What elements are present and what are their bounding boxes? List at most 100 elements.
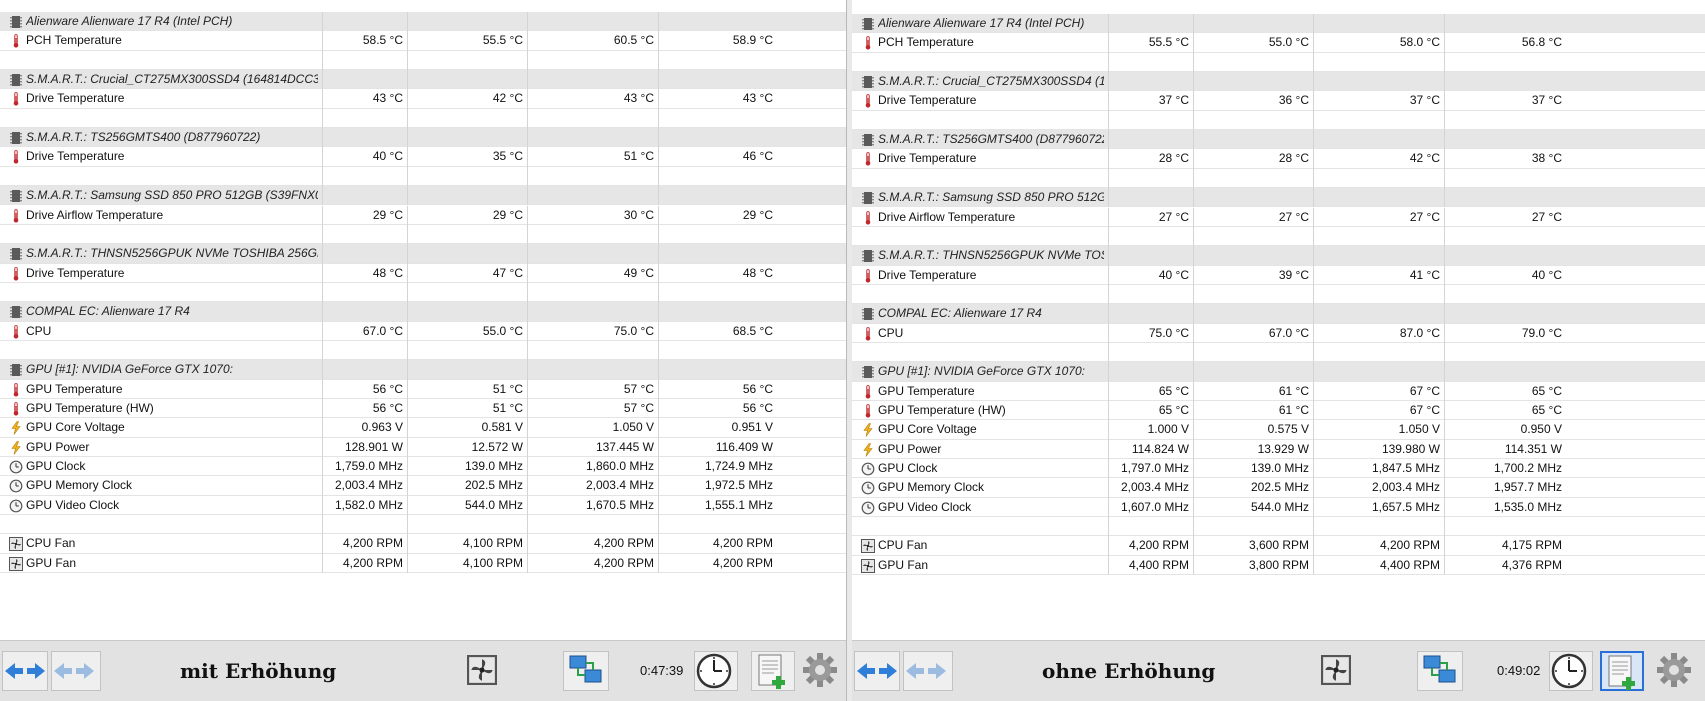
thermometer-icon	[861, 210, 875, 225]
current-value: 4,200 RPM	[342, 555, 403, 570]
sensor-group-header[interactable]: S.M.A.R.T.: Crucial_CT275MX300SSD4 (1648…	[0, 70, 846, 90]
chip-icon	[861, 75, 875, 89]
sensor-group-header[interactable]: COMPAL EC: Alienware 17 R4	[852, 304, 1705, 324]
sensor-group-header[interactable]: GPU [#1]: NVIDIA GeForce GTX 1070:	[0, 360, 846, 380]
column-separator	[407, 128, 408, 148]
sensor-row[interactable]: GPU Power 114.824 W 13.929 W 139.980 W 114.3…	[852, 439, 1705, 460]
clock-button[interactable]	[1549, 651, 1593, 691]
sensor-name: GPU Video Clock	[878, 499, 972, 514]
current-value: 28 °C	[1158, 151, 1189, 166]
minimum-value: 67.0 °C	[1268, 325, 1309, 340]
sensor-row[interactable]: GPU Memory Clock 2,003.4 MHz 202.5 MHz 2,00…	[0, 476, 846, 496]
sensor-row[interactable]: Drive Temperature 43 °C 42 °C 43 °C 43 °C	[0, 89, 846, 109]
current-value: 1,797.0 MHz	[1120, 461, 1189, 476]
double-arrow-icon	[3, 663, 47, 693]
average-value: 27 °C	[1531, 209, 1562, 224]
report-button[interactable]	[751, 651, 795, 691]
double-arrow-icon	[52, 663, 96, 693]
sensor-row[interactable]: GPU Core Voltage 1.000 V 0.575 V 1.050 V 0.9…	[852, 420, 1705, 440]
sensor-row[interactable]: GPU Temperature (HW) 56 °C 51 °C 57 °C 56 °C	[0, 399, 846, 419]
network-button[interactable]	[563, 651, 609, 691]
sensor-group-header[interactable]: Alienware Alienware 17 R4 (Intel PCH)	[852, 14, 1705, 34]
sensor-group-header[interactable]: GPU [#1]: NVIDIA GeForce GTX 1070:	[852, 362, 1705, 382]
column-separator	[1313, 72, 1314, 92]
sensor-row[interactable]: GPU Temperature (HW) 65 °C 61 °C 67 °C 65 °C	[852, 401, 1705, 421]
sensor-row[interactable]: GPU Video Clock 1,607.0 MHz 544.0 MHz 1,657…	[852, 497, 1705, 518]
sensor-row[interactable]: GPU Fan 4,200 RPM 4,100 RPM 4,200 RPM 4,200 …	[0, 553, 846, 574]
sensor-row[interactable]: CPU Fan 4,200 RPM 3,600 RPM 4,200 RPM 4,175 …	[852, 536, 1705, 556]
sensor-group-header[interactable]: S.M.A.R.T.: THNSN5256GPUK NVMe TOSHIBA 2…	[0, 244, 846, 264]
column-separator	[1313, 188, 1314, 208]
sensor-group-header[interactable]: S.M.A.R.T.: Samsung SSD 850 PRO 512GB (S…	[0, 186, 846, 206]
column-separator	[1313, 14, 1314, 34]
sensor-row[interactable]: Drive Temperature 40 °C 35 °C 51 °C 46 °C	[0, 147, 846, 167]
sensor-row[interactable]: CPU 75.0 °C 67.0 °C 87.0 °C 79.0 °C	[852, 323, 1705, 343]
sensor-group-header[interactable]: S.M.A.R.T.: Samsung SSD 850 PRO 512GB (S…	[852, 188, 1705, 208]
sensor-row[interactable]: GPU Clock 1,759.0 MHz 139.0 MHz 1,860.0 MHz…	[0, 457, 846, 477]
sensor-group-header[interactable]: S.M.A.R.T.: Crucial_CT275MX300SSD4 (1648…	[852, 72, 1705, 92]
sensor-row[interactable]: CPU 67.0 °C 55.0 °C 75.0 °C 68.5 °C	[0, 321, 846, 341]
maximum-value: 4,200 RPM	[593, 555, 654, 570]
sensor-row[interactable]: GPU Temperature 65 °C 61 °C 67 °C 65 °C	[852, 381, 1705, 401]
report-button[interactable]	[1600, 651, 1644, 691]
column-separator	[1444, 188, 1445, 208]
sensor-row[interactable]: PCH Temperature 55.5 °C 55.0 °C 58.0 °C 56.8…	[852, 33, 1705, 53]
nav-arrows-button[interactable]	[2, 651, 48, 691]
sensor-name: CPU	[26, 323, 52, 338]
sensor-row[interactable]: Drive Temperature 48 °C 47 °C 49 °C 48 °C	[0, 263, 846, 283]
column-separator	[527, 186, 528, 206]
sensor-group-header[interactable]: COMPAL EC: Alienware 17 R4	[0, 302, 846, 322]
sensor-row[interactable]: Drive Airflow Temperature 27 °C 27 °C 27 °C…	[852, 207, 1705, 227]
nav-arrows-disabled-button[interactable]	[903, 651, 953, 691]
sensor-row[interactable]: GPU Temperature 56 °C 51 °C 57 °C 56 °C	[0, 379, 846, 399]
settings-button[interactable]	[800, 651, 844, 691]
sensor-row[interactable]: Drive Temperature 28 °C 28 °C 42 °C 38 °C	[852, 149, 1705, 169]
sensor-group-header[interactable]: Alienware Alienware 17 R4 (Intel PCH)	[0, 12, 846, 32]
sensor-row[interactable]: GPU Memory Clock 2,003.4 MHz 202.5 MHz 2,00…	[852, 478, 1705, 498]
column-separator	[322, 282, 323, 303]
sensor-row[interactable]: Drive Temperature 37 °C 36 °C 37 °C 37 °C	[852, 91, 1705, 111]
minimum-value: 36 °C	[1278, 93, 1309, 108]
network-button[interactable]	[1417, 651, 1463, 691]
maximum-value: 139.980 W	[1381, 441, 1440, 456]
sensor-row[interactable]: GPU Power 128.901 W 12.572 W 137.445 W 116.4…	[0, 437, 846, 458]
sensor-row[interactable]: GPU Video Clock 1,582.0 MHz 544.0 MHz 1,670…	[0, 495, 846, 516]
settings-button[interactable]	[1654, 651, 1698, 691]
fan-toggle-button[interactable]	[463, 651, 497, 691]
sensor-group-header[interactable]: S.M.A.R.T.: TS256GMTS400 (D877960722)	[0, 128, 846, 148]
clock-icon	[861, 462, 875, 476]
column-separator	[1313, 517, 1314, 537]
column-separator	[1193, 517, 1194, 537]
column-separator	[407, 224, 408, 245]
nav-arrows-disabled-button[interactable]	[51, 651, 101, 691]
current-value: 29 °C	[372, 207, 403, 222]
sensor-row[interactable]: PCH Temperature 58.5 °C 55.5 °C 60.5 °C 58.9…	[0, 31, 846, 51]
sensor-name: PCH Temperature	[878, 35, 974, 50]
sensor-row[interactable]: CPU Fan 4,200 RPM 4,100 RPM 4,200 RPM 4,200 …	[0, 534, 846, 554]
sensor-row[interactable]: Drive Temperature 40 °C 39 °C 41 °C 40 °C	[852, 265, 1705, 285]
thermometer-icon	[9, 208, 23, 223]
maximum-value: 58.0 °C	[1399, 35, 1440, 50]
maximum-value: 57 °C	[623, 401, 654, 415]
current-value: 58.5 °C	[362, 33, 403, 48]
column-separator	[527, 360, 528, 380]
nav-arrows-button[interactable]	[854, 651, 900, 691]
sensor-row[interactable]: GPU Core Voltage 0.963 V 0.581 V 1.050 V 0.9…	[0, 418, 846, 438]
chip-icon	[861, 365, 875, 379]
average-value: 0.950 V	[1520, 422, 1562, 437]
maximum-value: 4,200 RPM	[593, 536, 654, 551]
clock-button[interactable]	[694, 651, 738, 691]
average-value: 4,200 RPM	[712, 555, 773, 570]
spacer-row	[0, 340, 846, 361]
current-value: 43 °C	[372, 91, 403, 106]
fan-toggle-button[interactable]	[1317, 651, 1351, 691]
column-separator	[527, 224, 528, 245]
column-separator	[407, 70, 408, 90]
sensor-group-header[interactable]: S.M.A.R.T.: TS256GMTS400 (D877960722)	[852, 130, 1705, 150]
sensor-row[interactable]: GPU Clock 1,797.0 MHz 139.0 MHz 1,847.5 MHz…	[852, 459, 1705, 479]
maximum-value: 37 °C	[1409, 93, 1440, 108]
sensor-name: CPU Fan	[878, 538, 928, 553]
sensor-row[interactable]: GPU Fan 4,400 RPM 3,800 RPM 4,400 RPM 4,376 …	[852, 555, 1705, 576]
sensor-group-header[interactable]: S.M.A.R.T.: THNSN5256GPUK NVMe TOSHIBA 2…	[852, 246, 1705, 266]
sensor-row[interactable]: Drive Airflow Temperature 29 °C 29 °C 30 °C…	[0, 205, 846, 225]
